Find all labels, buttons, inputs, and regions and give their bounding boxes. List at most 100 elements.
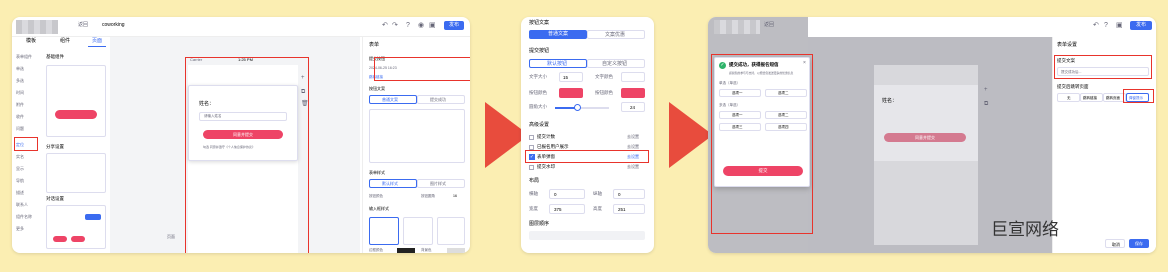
sidebar-item[interactable]: 显示 bbox=[16, 167, 24, 171]
x-input[interactable]: 0 bbox=[549, 189, 585, 199]
option-label: 提交计数 bbox=[537, 134, 555, 139]
bg-color-label: 按钮颜色 bbox=[529, 90, 547, 95]
height-input[interactable]: 251 bbox=[613, 204, 645, 214]
redirect-label: 提交后跳转页面 bbox=[1057, 84, 1089, 89]
undo-icon[interactable]: ↶ bbox=[1093, 22, 1099, 29]
redirect-option[interactable]: 无 bbox=[1057, 93, 1080, 102]
tab-normal-text[interactable]: 普通文案 bbox=[529, 30, 587, 39]
border-color-swatch[interactable] bbox=[397, 248, 415, 253]
text-color-swatch[interactable] bbox=[621, 72, 645, 82]
publish-button[interactable]: 发布 bbox=[444, 21, 464, 30]
sidebar-item[interactable]: 实名 bbox=[16, 155, 24, 159]
copy-icon[interactable]: ⧉ bbox=[984, 101, 988, 107]
option-label: 提交水印 bbox=[537, 164, 555, 169]
radius-slider-handle[interactable] bbox=[574, 104, 581, 111]
radius-label: 圆角大小 bbox=[529, 104, 547, 109]
tab-discount-text[interactable]: 文案优惠 bbox=[587, 30, 645, 39]
border-color-label: 按钮颜色 bbox=[595, 90, 613, 95]
tab-default-style[interactable]: 默认样式 bbox=[369, 179, 417, 188]
y-input[interactable]: 0 bbox=[613, 189, 645, 199]
arrow-right-icon bbox=[669, 102, 713, 168]
sidebar-item[interactable]: 联系人 bbox=[16, 203, 28, 207]
bg-color-swatch[interactable] bbox=[447, 248, 465, 253]
layer-order-buttons[interactable] bbox=[529, 231, 645, 240]
tab-image-style[interactable]: 图片样式 bbox=[417, 179, 465, 188]
font-size-input[interactable]: 15 bbox=[559, 72, 583, 82]
sidebar-item[interactable]: 收件 bbox=[16, 115, 24, 119]
help-icon[interactable]: ? bbox=[1104, 22, 1108, 29]
page-label: 页面 bbox=[167, 234, 175, 239]
phone-frame: 姓名： 同意并提交 bbox=[874, 65, 978, 245]
bg-color-swatch[interactable] bbox=[559, 88, 583, 98]
redirect-option[interactable]: 跳转链接 bbox=[1080, 93, 1103, 102]
button-color-label: 按钮颜色 bbox=[369, 194, 383, 198]
cancel-button[interactable]: 取消 bbox=[1105, 239, 1125, 248]
publish-button[interactable]: 发布 bbox=[1130, 21, 1152, 30]
sidebar-item[interactable]: 多选 bbox=[16, 79, 24, 83]
tab-component[interactable]: 组件 bbox=[60, 39, 70, 44]
tab-success-text[interactable]: 提交成功 bbox=[417, 95, 465, 104]
back-link[interactable]: 返回 bbox=[764, 23, 774, 28]
component-card[interactable] bbox=[46, 65, 106, 137]
back-link[interactable]: 返回 bbox=[78, 23, 88, 28]
option-setting-link[interactable]: 去设置 bbox=[627, 165, 639, 169]
height-label: 高度 bbox=[593, 206, 602, 211]
form-style-section: 表单样式 bbox=[369, 170, 385, 175]
border-color-swatch[interactable] bbox=[621, 88, 645, 98]
option-setting-link[interactable]: 去设置 bbox=[627, 145, 639, 149]
input-style-option[interactable] bbox=[369, 217, 399, 245]
tab-template[interactable]: 模板 bbox=[26, 39, 36, 44]
component-card[interactable] bbox=[46, 205, 106, 249]
component-card[interactable] bbox=[46, 153, 106, 193]
phone-submit-button[interactable]: 同意并提交 bbox=[884, 133, 966, 142]
tab-default-button[interactable]: 默认按钮 bbox=[529, 59, 587, 68]
redo-icon[interactable]: ↷ bbox=[392, 22, 398, 29]
preview-icon[interactable]: ◉ bbox=[418, 22, 424, 29]
add-icon[interactable]: + bbox=[301, 75, 305, 81]
sidebar-item[interactable]: 描述 bbox=[16, 191, 24, 195]
save-button[interactable]: 保存 bbox=[1129, 239, 1149, 248]
editor-screenshot-2: 按钮文案 普通文案 文案优惠 提交按钮 默认按钮 自定义按钮 文字大小 15 文… bbox=[521, 17, 654, 253]
text-color-label: 文字颜色 bbox=[595, 74, 613, 79]
button-radius-value[interactable]: 16 bbox=[453, 194, 457, 199]
help-icon[interactable]: ? bbox=[406, 22, 410, 29]
save-icon[interactable]: ▣ bbox=[1116, 22, 1123, 29]
highlight-popup-option bbox=[1123, 89, 1154, 103]
phone-form-label: 姓名： bbox=[882, 98, 898, 104]
radius-input[interactable]: 24 bbox=[621, 102, 645, 112]
button-radius-label: 按钮圆角 bbox=[421, 194, 435, 198]
highlight-submit-text bbox=[1054, 55, 1152, 79]
sidebar-item[interactable]: 问题 bbox=[16, 127, 24, 131]
watermark-text: 巨宣网络 bbox=[991, 220, 1059, 239]
undo-icon[interactable]: ↶ bbox=[382, 22, 388, 29]
form-settings-back[interactable]: 表单设置 bbox=[1057, 43, 1077, 48]
sidebar-item[interactable]: 单选 bbox=[16, 67, 24, 71]
sidebar-item[interactable]: 导航 bbox=[16, 179, 24, 183]
width-label: 宽度 bbox=[529, 206, 538, 211]
rich-text-editor[interactable] bbox=[369, 109, 465, 163]
option-setting-link[interactable]: 去设置 bbox=[627, 135, 639, 139]
highlight-form bbox=[185, 57, 309, 253]
sidebar-item[interactable]: 更多 bbox=[16, 227, 24, 231]
input-style-section: 输入框样式 bbox=[369, 206, 389, 211]
group-dialog: 对话设置 bbox=[46, 196, 64, 201]
input-style-option[interactable] bbox=[437, 217, 465, 245]
highlight-popup-option bbox=[525, 150, 649, 163]
sidebar-item[interactable]: 时间 bbox=[16, 91, 24, 95]
sidebar-item[interactable]: 附件 bbox=[16, 103, 24, 107]
save-icon[interactable]: ▣ bbox=[429, 22, 436, 29]
sidebar-item[interactable]: 组件名称 bbox=[16, 215, 32, 219]
delete-icon[interactable]: 🗑 bbox=[301, 101, 309, 107]
checkbox[interactable] bbox=[529, 165, 534, 170]
checkbox[interactable] bbox=[529, 135, 534, 140]
radius-slider[interactable] bbox=[555, 107, 609, 109]
copy-icon[interactable]: ⧉ bbox=[301, 89, 305, 95]
tab-custom-button[interactable]: 自定义按钮 bbox=[587, 59, 645, 68]
width-input[interactable]: 375 bbox=[549, 204, 585, 214]
tab-normal-text[interactable]: 普通文案 bbox=[369, 95, 417, 104]
add-icon[interactable]: + bbox=[984, 87, 988, 93]
sidebar-item[interactable]: 表单组件 bbox=[16, 55, 32, 59]
layer-section: 图层顺序 bbox=[529, 221, 550, 227]
tab-page[interactable]: 页面 bbox=[92, 39, 102, 44]
input-style-option[interactable] bbox=[403, 217, 433, 245]
